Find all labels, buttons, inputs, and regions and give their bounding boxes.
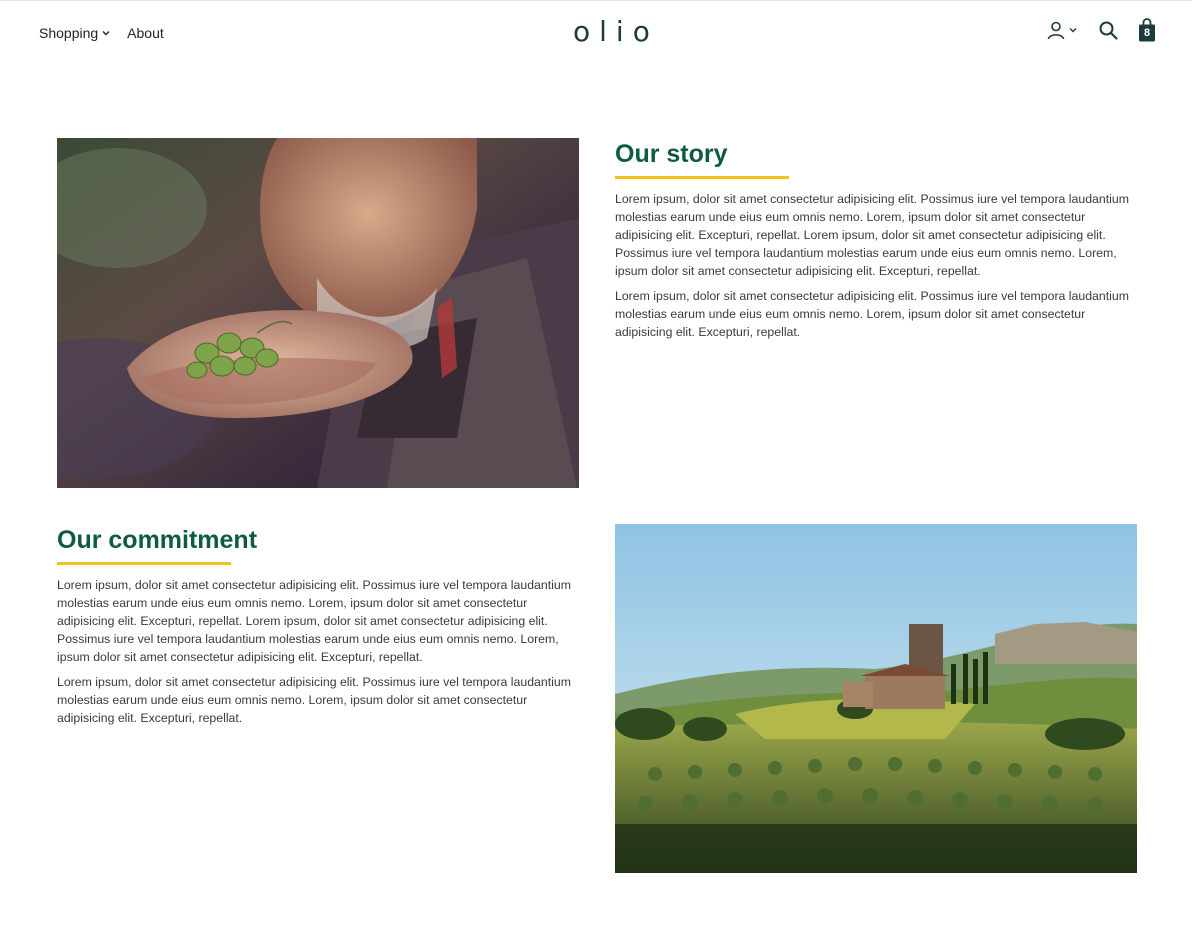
search-icon xyxy=(1099,21,1118,40)
cart-count-badge: 8 xyxy=(1143,27,1151,39)
nav-about[interactable]: About xyxy=(127,25,164,41)
user-icon xyxy=(1047,21,1065,40)
section-paragraph: Lorem ipsum, dolor sit amet consectetur … xyxy=(57,675,571,725)
section-paragraph: Lorem ipsum, dolor sit amet consectetur … xyxy=(615,192,1129,278)
our-commitment-section: Our commitment Lorem ipsum, dolor sit am… xyxy=(57,528,577,734)
section-heading: Our story xyxy=(615,140,728,168)
heading-underline xyxy=(615,176,789,179)
nav-shopping[interactable]: Shopping xyxy=(39,25,111,41)
main-nav: Shopping About xyxy=(39,25,164,41)
cart-button[interactable]: 8 xyxy=(1138,17,1156,43)
brand-logo[interactable]: olio xyxy=(573,15,659,48)
section-paragraph: Lorem ipsum, dolor sit amet consectetur … xyxy=(615,289,1129,339)
site-header: Shopping About olio 8 xyxy=(0,1,1192,65)
chevron-down-icon xyxy=(1069,28,1077,33)
chevron-down-icon xyxy=(102,31,110,36)
our-story-section: Our story Lorem ipsum, dolor sit amet co… xyxy=(615,142,1135,348)
nav-about-label: About xyxy=(127,25,164,41)
search-button[interactable] xyxy=(1098,20,1118,40)
account-menu-button[interactable] xyxy=(1046,20,1078,40)
section-heading: Our commitment xyxy=(57,526,258,554)
heading-underline xyxy=(57,562,231,565)
olive-grove-landscape-photo xyxy=(615,524,1137,873)
section-paragraph: Lorem ipsum, dolor sit amet consectetur … xyxy=(57,578,571,664)
header-actions: 8 xyxy=(1046,17,1156,43)
nav-shopping-label: Shopping xyxy=(39,25,99,41)
olive-farmer-photo xyxy=(57,138,579,488)
